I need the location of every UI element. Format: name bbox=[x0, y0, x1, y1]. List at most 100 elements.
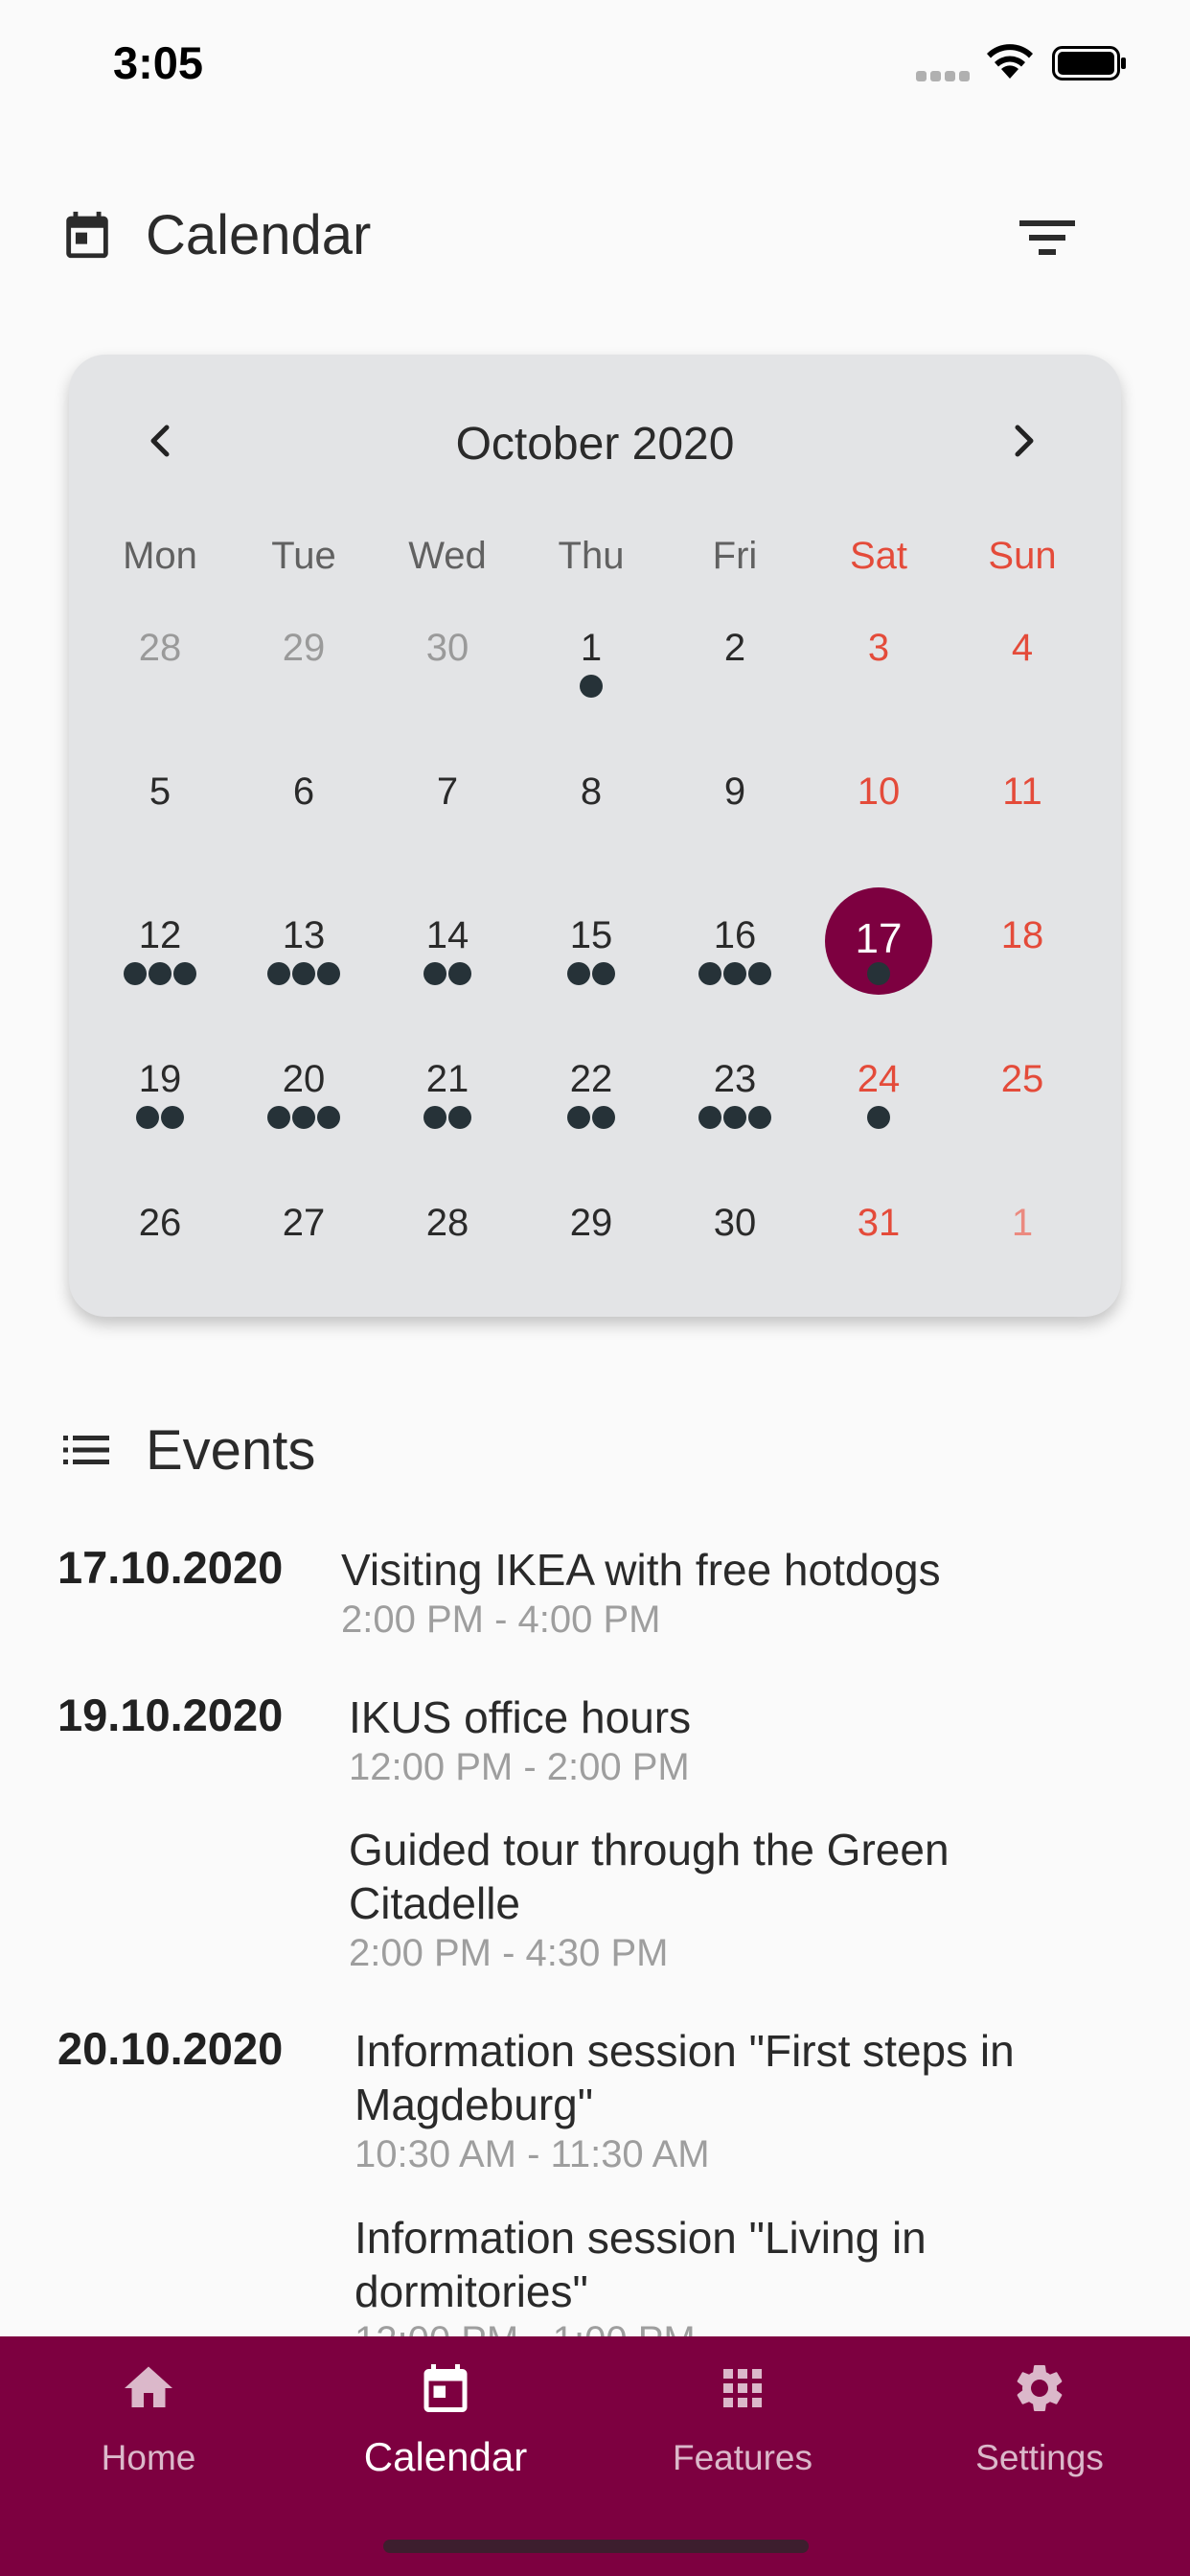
calendar-day[interactable]: 1 bbox=[519, 594, 663, 738]
day-number: 18 bbox=[1000, 914, 1044, 956]
calendar-day[interactable]: 5 bbox=[88, 738, 232, 882]
calendar-day[interactable]: 19 bbox=[88, 1025, 232, 1169]
calendar-weeks: 28 29 30 1 2 3 4 5 6 7 8 9 10 11 12 13 14 15 16 17 18 19 20 21 2… bbox=[88, 594, 1102, 1313]
nav-item-settings[interactable]: Settings bbox=[891, 2336, 1188, 2528]
event-marker-dot bbox=[423, 962, 446, 985]
event-markers bbox=[519, 1106, 663, 1131]
day-number: 17 bbox=[855, 915, 903, 962]
events-title: Events bbox=[146, 1419, 316, 1482]
calendar-day[interactable]: 6 bbox=[232, 738, 376, 882]
event-time: 2:00 PM - 4:00 PM bbox=[341, 1598, 661, 1641]
calendar-week-row: 26 27 28 29 30 31 1 bbox=[88, 1169, 1102, 1313]
day-number: 4 bbox=[1011, 627, 1034, 669]
calendar-day[interactable]: 24 bbox=[807, 1025, 950, 1169]
day-number: 14 bbox=[425, 914, 469, 956]
calendar-day[interactable]: 11 bbox=[950, 738, 1094, 882]
event-marker-dot bbox=[267, 962, 290, 985]
calendar-day[interactable]: 12 bbox=[88, 882, 232, 1025]
gear-icon bbox=[1017, 2365, 1063, 2411]
calendar-icon bbox=[423, 2364, 468, 2412]
wifi-icon bbox=[987, 44, 1033, 79]
calendar-day[interactable]: 21 bbox=[376, 1025, 519, 1169]
event-title[interactable]: Visiting IKEA with free hotdogs bbox=[341, 1543, 1136, 1597]
app-header: Calendar bbox=[0, 182, 1190, 288]
day-number: 28 bbox=[425, 1202, 469, 1244]
event-marker-dot bbox=[448, 962, 471, 985]
calendar-day[interactable]: 4 bbox=[950, 594, 1094, 738]
event-markers bbox=[519, 962, 663, 987]
status-time: 3:05 bbox=[113, 37, 204, 88]
calendar-week-row: 5 6 7 8 9 10 11 bbox=[88, 738, 1102, 882]
calendar-day[interactable]: 28 bbox=[88, 594, 232, 738]
event-marker-dot bbox=[592, 1106, 615, 1129]
calendar-day[interactable]: 22 bbox=[519, 1025, 663, 1169]
grid-icon bbox=[723, 2369, 762, 2407]
event-marker-dot bbox=[592, 962, 615, 985]
calendar-day[interactable]: 8 bbox=[519, 738, 663, 882]
filter-icon[interactable] bbox=[1014, 211, 1081, 264]
day-number: 30 bbox=[713, 1202, 757, 1244]
event-markers bbox=[232, 1106, 376, 1131]
event-marker-dot bbox=[867, 962, 890, 985]
nav-item-home[interactable]: Home bbox=[0, 2336, 297, 2528]
day-number: 2 bbox=[723, 627, 746, 669]
calendar-day[interactable]: 20 bbox=[232, 1025, 376, 1169]
day-number: 22 bbox=[569, 1058, 613, 1100]
day-number: 31 bbox=[857, 1202, 901, 1244]
day-number: 6 bbox=[292, 770, 315, 813]
calendar-day[interactable]: 28 bbox=[376, 1169, 519, 1313]
event-marker-dot bbox=[748, 1106, 771, 1129]
event-title[interactable]: IKUS office hours bbox=[349, 1690, 1134, 1744]
nav-label: Calendar bbox=[363, 2434, 528, 2479]
next-month-button[interactable] bbox=[995, 412, 1052, 470]
month-label: October 2020 bbox=[455, 419, 735, 470]
calendar-day[interactable]: 23 bbox=[663, 1025, 807, 1169]
calendar-day[interactable]: 3 bbox=[807, 594, 950, 738]
calendar-day[interactable]: 30 bbox=[376, 594, 519, 738]
day-number: 25 bbox=[1000, 1058, 1044, 1100]
home-icon bbox=[125, 2366, 172, 2407]
weekday-label: Sun bbox=[988, 535, 1057, 577]
calendar-day-selected[interactable]: 17 bbox=[807, 882, 950, 1025]
event-marker-dot bbox=[267, 1106, 290, 1129]
calendar-day[interactable]: 9 bbox=[663, 738, 807, 882]
day-number: 1 bbox=[580, 627, 603, 669]
calendar-day[interactable]: 26 bbox=[88, 1169, 232, 1313]
calendar-day[interactable]: 18 bbox=[950, 882, 1094, 1025]
day-number: 29 bbox=[282, 627, 326, 669]
event-marker-dot bbox=[580, 675, 603, 698]
nav-item-features[interactable]: Features bbox=[594, 2336, 891, 2528]
page-title: Calendar bbox=[146, 204, 372, 266]
event-title[interactable]: Information session "First steps in Magd… bbox=[355, 2024, 1140, 2131]
calendar-day[interactable]: 14 bbox=[376, 882, 519, 1025]
calendar-day[interactable]: 16 bbox=[663, 882, 807, 1025]
calendar-day[interactable]: 31 bbox=[807, 1169, 950, 1313]
event-marker-dot bbox=[423, 1106, 446, 1129]
nav-item-calendar[interactable]: Calendar bbox=[297, 2336, 594, 2528]
calendar-day[interactable]: 27 bbox=[232, 1169, 376, 1313]
calendar-day[interactable]: 2 bbox=[663, 594, 807, 738]
event-title[interactable]: Information session "Living in dormitori… bbox=[355, 2211, 1102, 2318]
event-marker-dot bbox=[867, 1106, 890, 1129]
calendar-day[interactable]: 13 bbox=[232, 882, 376, 1025]
calendar-day[interactable]: 7 bbox=[376, 738, 519, 882]
calendar-week-row: 19 20 21 22 23 24 25 bbox=[88, 1025, 1102, 1169]
day-number: 28 bbox=[138, 627, 182, 669]
calendar-day[interactable]: 30 bbox=[663, 1169, 807, 1313]
calendar-day[interactable]: 25 bbox=[950, 1025, 1094, 1169]
event-markers bbox=[807, 1106, 950, 1131]
day-number: 16 bbox=[713, 914, 757, 956]
event-title[interactable]: Guided tour through the Green Citadelle bbox=[349, 1823, 1096, 1930]
calendar-day[interactable]: 1 bbox=[950, 1169, 1094, 1313]
calendar-day[interactable]: 29 bbox=[232, 594, 376, 738]
weekday-label: Tue bbox=[271, 535, 336, 577]
list-icon bbox=[63, 1436, 109, 1464]
event-marker-dot bbox=[161, 1106, 184, 1129]
calendar-day[interactable]: 15 bbox=[519, 882, 663, 1025]
day-number: 23 bbox=[713, 1058, 757, 1100]
calendar-day[interactable]: 10 bbox=[807, 738, 950, 882]
day-number: 7 bbox=[436, 770, 459, 813]
event-markers bbox=[519, 675, 663, 700]
event-date: 17.10.2020 bbox=[57, 1542, 284, 1593]
calendar-day[interactable]: 29 bbox=[519, 1169, 663, 1313]
